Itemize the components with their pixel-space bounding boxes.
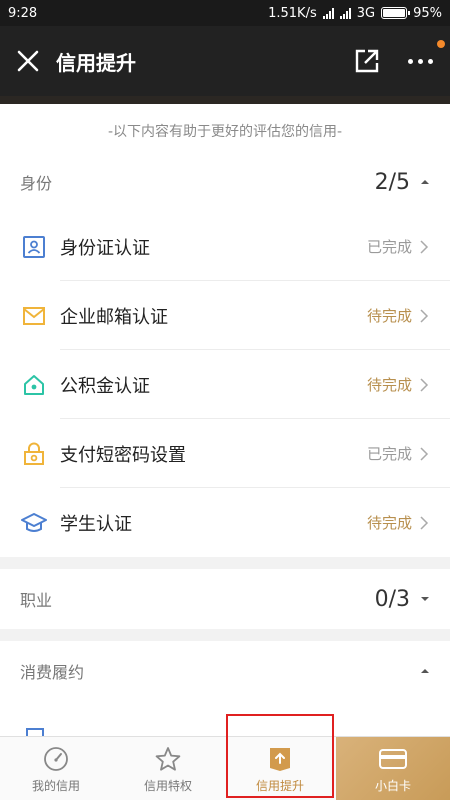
battery-icon	[381, 7, 411, 19]
section-label: 职业	[20, 591, 53, 610]
item-status: 待完成	[366, 307, 412, 325]
tab-label: 信用特权	[143, 778, 192, 793]
graduation-cap-icon	[20, 509, 48, 537]
tab-privileges[interactable]: 信用特权	[112, 737, 224, 800]
section-label: 身份	[20, 174, 53, 193]
battery-level: 95%	[413, 5, 442, 21]
item-name: 支付短密码设置	[60, 444, 186, 466]
section-gap	[0, 629, 450, 641]
hint-text: -以下内容有助于更好的评估您的信用-	[107, 124, 343, 140]
item-name: 公积金认证	[60, 375, 150, 397]
item-status: 已完成	[366, 445, 412, 463]
more-button[interactable]	[400, 46, 440, 76]
section-consumption-header[interactable]: 消费履约	[0, 641, 450, 701]
item-name: 学生认证	[60, 513, 132, 535]
list-item-student[interactable]: 学生认证 待完成	[0, 488, 450, 557]
nav-bar: 信用提升	[0, 26, 450, 96]
section-count: 2/5	[374, 169, 410, 195]
tab-xiaobai-card[interactable]: 小白卡	[336, 737, 450, 800]
more-dot	[427, 58, 433, 64]
main-content: -以下内容有助于更好的评估您的信用- 身份 2/5 身份证认证 已完成 企业邮箱…	[0, 104, 450, 736]
status-right: 1.51K/s 3G 95%	[268, 6, 442, 21]
item-status: 已完成	[366, 238, 412, 256]
section-label: 消费履约	[20, 663, 85, 682]
section-count: 0/3	[374, 586, 410, 612]
page-title: 信用提升	[56, 50, 136, 75]
upload-icon	[266, 745, 294, 773]
gauge-icon	[42, 745, 70, 773]
signal-icon	[339, 7, 351, 19]
caret-up-icon	[421, 669, 429, 673]
list-item-enterprise-mail[interactable]: 企业邮箱认证 待完成	[0, 281, 450, 350]
notification-dot	[437, 40, 445, 48]
section-job-header[interactable]: 职业 0/3	[0, 569, 450, 629]
item-status: 待完成	[366, 376, 412, 394]
signal-icon	[322, 7, 334, 19]
close-button[interactable]	[0, 26, 56, 96]
star-icon	[154, 745, 182, 773]
tab-label: 小白卡	[374, 778, 411, 793]
chevron-right-icon	[420, 239, 429, 254]
card-icon	[379, 745, 407, 773]
share-icon	[355, 49, 379, 73]
caret-down-icon	[421, 597, 429, 601]
list-item-partial[interactable]	[0, 701, 450, 736]
network-type: 3G	[356, 5, 376, 21]
share-button[interactable]	[352, 46, 382, 76]
id-card-icon	[20, 233, 48, 261]
identity-card: -以下内容有助于更好的评估您的信用- 身份 2/5 身份证认证 已完成 企业邮箱…	[0, 104, 450, 557]
item-status: 待完成	[366, 514, 412, 532]
tab-label: 信用提升	[255, 778, 304, 793]
chevron-right-icon	[420, 308, 429, 323]
list-item-payment-password[interactable]: 支付短密码设置 已完成	[0, 419, 450, 488]
close-icon	[17, 50, 39, 72]
tab-bar: 我的信用 信用特权 信用提升 小白卡	[0, 736, 450, 800]
more-dot	[417, 58, 423, 64]
chevron-right-icon	[420, 446, 429, 461]
network-speed: 1.51K/s	[268, 5, 317, 21]
chevron-right-icon	[420, 515, 429, 530]
caret-up-icon	[421, 180, 429, 184]
document-icon	[26, 728, 44, 736]
house-icon	[20, 371, 48, 399]
more-dot	[407, 58, 413, 64]
lock-icon	[20, 440, 48, 468]
chevron-right-icon	[420, 377, 429, 392]
item-name: 企业邮箱认证	[60, 306, 168, 328]
mail-icon	[20, 302, 48, 330]
status-time: 9:28	[8, 5, 38, 21]
list-item-housing-fund[interactable]: 公积金认证 待完成	[0, 350, 450, 419]
list-item-id-card[interactable]: 身份证认证 已完成	[0, 212, 450, 281]
item-name: 身份证认证	[60, 237, 150, 259]
tab-label: 我的信用	[31, 778, 80, 793]
section-gap	[0, 557, 450, 569]
section-identity-header[interactable]: 身份 2/5	[0, 152, 450, 212]
status-bar: 9:28 1.51K/s 3G 95%	[0, 0, 450, 26]
tab-credit-boost[interactable]: 信用提升	[224, 737, 336, 800]
tab-my-credit[interactable]: 我的信用	[0, 737, 112, 800]
